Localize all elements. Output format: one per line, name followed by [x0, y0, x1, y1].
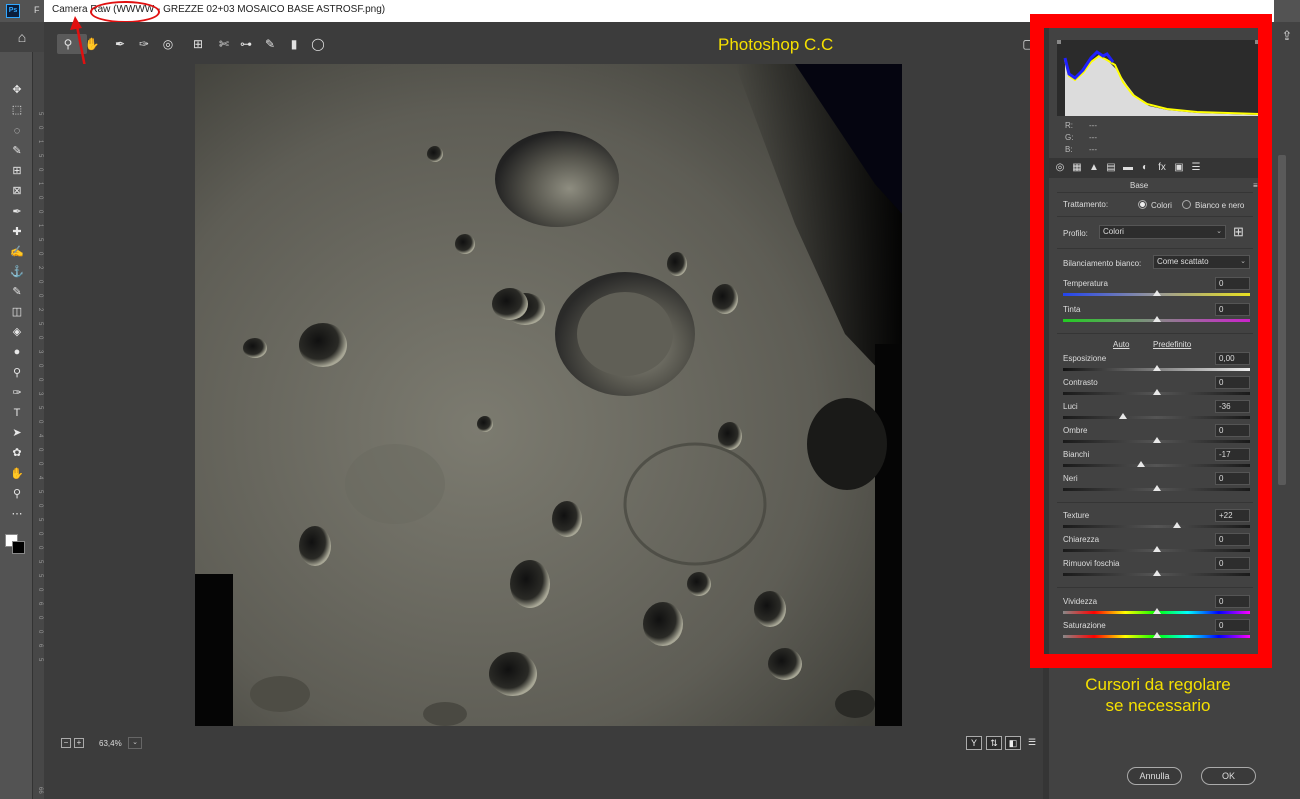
ruler-tick-label: 6 — [37, 602, 43, 606]
ruler-tick-label: 0 — [37, 532, 43, 536]
white-balance-tool[interactable]: ✒ — [112, 36, 128, 52]
marquee-icon[interactable]: ⬚ — [8, 102, 26, 118]
annotation-circle — [90, 1, 160, 23]
ruler-tick-label: 0 — [37, 546, 43, 550]
stamp-icon[interactable]: ⚓ — [8, 264, 26, 280]
background-color-swatch[interactable] — [12, 541, 25, 554]
photoshop-logo: Ps — [6, 4, 20, 18]
zoom-level: 63,4% — [99, 739, 122, 748]
ruler-tick-label: 0 — [37, 210, 43, 214]
ruler-tick-label: 2 — [37, 266, 43, 270]
path-select-icon[interactable]: ➤ — [8, 425, 26, 441]
share-icon[interactable]: ⇪ — [1279, 28, 1295, 44]
targeted-adjust-tool[interactable]: ◎ — [160, 36, 176, 52]
move-icon[interactable]: ✥ — [8, 82, 26, 98]
ruler-tick-label: 5 — [37, 518, 43, 522]
ruler-tick-label: 5 — [37, 112, 43, 116]
ruler-tick-label: 1 — [37, 140, 43, 144]
crop-tool[interactable]: ⊞ — [190, 36, 206, 52]
ruler-tick-label: 0 — [37, 280, 43, 284]
spot-removal-tool[interactable]: ✄ — [216, 36, 232, 52]
adjustment-brush-tool[interactable]: ✎ — [262, 36, 278, 52]
crop-icon[interactable]: ⊞ — [8, 163, 26, 179]
lunar-image[interactable] — [195, 64, 902, 726]
healing-icon[interactable]: ✚ — [8, 224, 26, 240]
ruler-tick-label: 0 — [37, 448, 43, 452]
zoom-in-button[interactable]: + — [74, 738, 84, 748]
history-brush-icon[interactable]: ✎ — [8, 284, 26, 300]
ruler-tick-label: 5 — [37, 658, 43, 662]
more-icon[interactable]: ⋯ — [8, 506, 26, 522]
type-icon[interactable]: T — [8, 405, 26, 421]
panel-scrollbar[interactable] — [1278, 155, 1286, 485]
photoshop-watermark: Photoshop C.C — [718, 35, 834, 54]
home-icon[interactable]: ⌂ — [0, 22, 44, 52]
ruler-tick-label: 5 — [37, 406, 43, 410]
ruler-tick-label: 3 — [37, 350, 43, 354]
viewport-status-bar: − + 63,4% ⌄ Y ⇅ ◧ ☰ — [55, 734, 1043, 754]
hand-icon[interactable]: ✋ — [8, 466, 26, 482]
ruler-tick-label: 0 — [37, 462, 43, 466]
toggle-settings-button[interactable]: ☰ — [1024, 736, 1040, 750]
photoshop-right-strip-top — [1274, 0, 1300, 22]
ruler-tick-label: 0 — [37, 378, 43, 382]
zoom-dropdown[interactable]: ⌄ — [128, 737, 142, 749]
radial-filter-tool[interactable]: ◯ — [310, 36, 326, 52]
color-sampler-tool[interactable]: ✑ — [136, 36, 152, 52]
ruler-bottom-label: 66 — [37, 787, 43, 794]
dodge-icon[interactable]: ⚲ — [8, 365, 26, 381]
brush-icon[interactable]: ✍ — [8, 244, 26, 260]
ruler-tick-label: 4 — [37, 476, 43, 480]
graduated-filter-tool[interactable]: ▮ — [286, 36, 302, 52]
annotation-text: Cursori da regolare se necessario — [1045, 674, 1271, 716]
ruler-tick-label: 5 — [37, 490, 43, 494]
swap-settings-button[interactable]: ⇅ — [986, 736, 1002, 750]
ruler-tick-label: 0 — [37, 630, 43, 634]
red-eye-tool[interactable]: ⊶ — [238, 36, 254, 52]
ruler-tick-label: 0 — [37, 196, 43, 200]
lasso-icon[interactable]: ◌ — [8, 123, 26, 139]
ruler-tick-label: 0 — [37, 616, 43, 620]
shape-icon[interactable]: ✿ — [8, 445, 26, 461]
ruler-tick-label: 5 — [37, 574, 43, 578]
quick-select-icon[interactable]: ✎ — [8, 143, 26, 159]
ruler-tick-label: 0 — [37, 294, 43, 298]
ruler-tick-label: 1 — [37, 224, 43, 228]
cancel-button[interactable]: Annulla — [1127, 767, 1182, 785]
ok-button[interactable]: OK — [1201, 767, 1256, 785]
blur-icon[interactable]: ● — [8, 344, 26, 360]
ruler-tick-label: 1 — [37, 182, 43, 186]
eraser-icon[interactable]: ◫ — [8, 304, 26, 320]
frame-icon[interactable]: ⊠ — [8, 183, 26, 199]
menu-file[interactable]: F — [34, 5, 40, 15]
ruler-tick-label: 0 — [37, 126, 43, 130]
zoom-out-button[interactable]: − — [61, 738, 71, 748]
ruler-tick-label: 0 — [37, 168, 43, 172]
ruler-tick-label: 5 — [37, 154, 43, 158]
annotation-line-2: se necessario — [1105, 696, 1211, 715]
before-after-toggle[interactable]: Y — [966, 736, 982, 750]
ruler-tick-label: 0 — [37, 252, 43, 256]
camera-raw-toolbar: ⚲ ✋ ✒ ✑ ◎ ⊞ ✄ ⊶ ✎ ▮ ◯ ▢ — [44, 22, 1044, 64]
ruler-tick-label: 0 — [37, 336, 43, 340]
pen-icon[interactable]: ✑ — [8, 385, 26, 401]
ruler-tick-label: 5 — [37, 238, 43, 242]
zoom-icon[interactable]: ⚲ — [8, 486, 26, 502]
eyedropper-icon[interactable]: ✒ — [8, 204, 26, 220]
ruler-tick-label: 3 — [37, 392, 43, 396]
ruler-tick-label: 0 — [37, 364, 43, 368]
gradient-icon[interactable]: ◈ — [8, 324, 26, 340]
ruler-tick-label: 4 — [37, 434, 43, 438]
annotation-line-1: Cursori da regolare — [1085, 675, 1231, 694]
ruler-tick-label: 5 — [37, 322, 43, 326]
ruler-tick-label: 2 — [37, 308, 43, 312]
annotation-box — [1030, 14, 1272, 668]
ruler-tick-label: 0 — [37, 504, 43, 508]
copy-settings-button[interactable]: ◧ — [1005, 736, 1021, 750]
ruler-tick-label: 5 — [37, 560, 43, 564]
ruler-tick-label: 6 — [37, 644, 43, 648]
vertical-ruler: 5 0 1 5 0 1 0 0 1 5 0 2 0 0 2 5 0 3 0 0 3 5 0 4 0 0 4 5 0 5 0 0 5 5 0 6 0 0 6 5… — [32, 52, 44, 799]
ruler-tick-label: 0 — [37, 420, 43, 424]
ruler-tick-label: 0 — [37, 588, 43, 592]
